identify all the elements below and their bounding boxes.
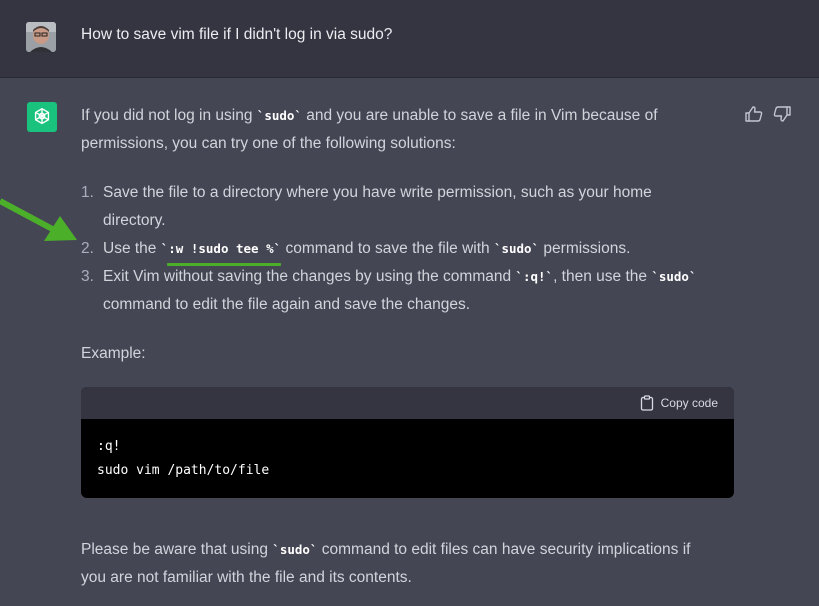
code-line: sudo vim /path/to/file xyxy=(97,463,270,478)
inline-code: `sudo` xyxy=(256,108,302,123)
list-text: command to edit the file again and save … xyxy=(103,296,471,313)
outro-text: Please be aware that using xyxy=(81,541,273,558)
inline-code: `sudo` xyxy=(651,269,697,284)
list-text-part: Exit Vim without saving the changes by u… xyxy=(103,268,516,285)
arrow-icon xyxy=(0,195,80,250)
list-text: Use the `:w !sudo tee %` command to save… xyxy=(103,235,630,263)
assistant-message-row: If you did not log in using `sudo` and y… xyxy=(0,78,819,606)
inline-code: `:q!` xyxy=(515,269,554,284)
example-label: Example: xyxy=(81,345,146,362)
list-text-part: Use the xyxy=(103,240,161,257)
copy-code-label: Copy code xyxy=(660,396,718,410)
user-message-text: How to save vim file if I didn't log in … xyxy=(81,26,393,43)
list-text-part: , then use the xyxy=(553,268,652,285)
thumbs-down-icon[interactable] xyxy=(773,106,791,127)
intro-line-1: If you did not log in using `sudo` and y… xyxy=(81,102,658,130)
user-message-row: How to save vim file if I didn't log in … xyxy=(0,0,819,78)
list-number: 1. xyxy=(81,184,94,201)
openai-logo-icon xyxy=(27,102,57,132)
copy-code-button[interactable]: Copy code xyxy=(640,395,718,411)
code-body: :q! sudo vim /path/to/file xyxy=(81,419,734,498)
highlight-underline xyxy=(167,263,281,266)
outro-text: command to edit files can have security … xyxy=(317,541,691,558)
chat-page: How to save vim file if I didn't log in … xyxy=(0,0,819,606)
inline-code: `:w !sudo tee %` xyxy=(160,241,282,256)
list-number: 3. xyxy=(81,268,94,285)
intro-line-2: permissions, you can try one of the foll… xyxy=(81,135,456,152)
list-text-part: permissions. xyxy=(539,240,631,257)
inline-code: `sudo` xyxy=(272,542,318,557)
code-block: Copy code :q! sudo vim /path/to/file xyxy=(81,387,734,498)
thumbs-up-icon[interactable] xyxy=(745,106,763,127)
clipboard-icon xyxy=(640,395,653,411)
user-avatar xyxy=(26,22,56,52)
list-number: 2. xyxy=(81,240,94,257)
code-block-header: Copy code xyxy=(81,387,734,419)
inline-code: `sudo` xyxy=(493,241,540,256)
intro-text: and you are unable to save a file in Vim… xyxy=(301,107,658,124)
list-text: Exit Vim without saving the changes by u… xyxy=(103,263,696,291)
list-text: directory. xyxy=(103,212,166,229)
list-text-part: command to save the file with xyxy=(281,240,494,257)
outro-line-2: you are not familiar with the file and i… xyxy=(81,569,412,586)
code-line: :q! xyxy=(97,439,121,454)
outro-line-1: Please be aware that using `sudo` comman… xyxy=(81,536,690,564)
intro-text: If you did not log in using xyxy=(81,107,257,124)
list-text: Save the file to a directory where you h… xyxy=(103,184,652,201)
